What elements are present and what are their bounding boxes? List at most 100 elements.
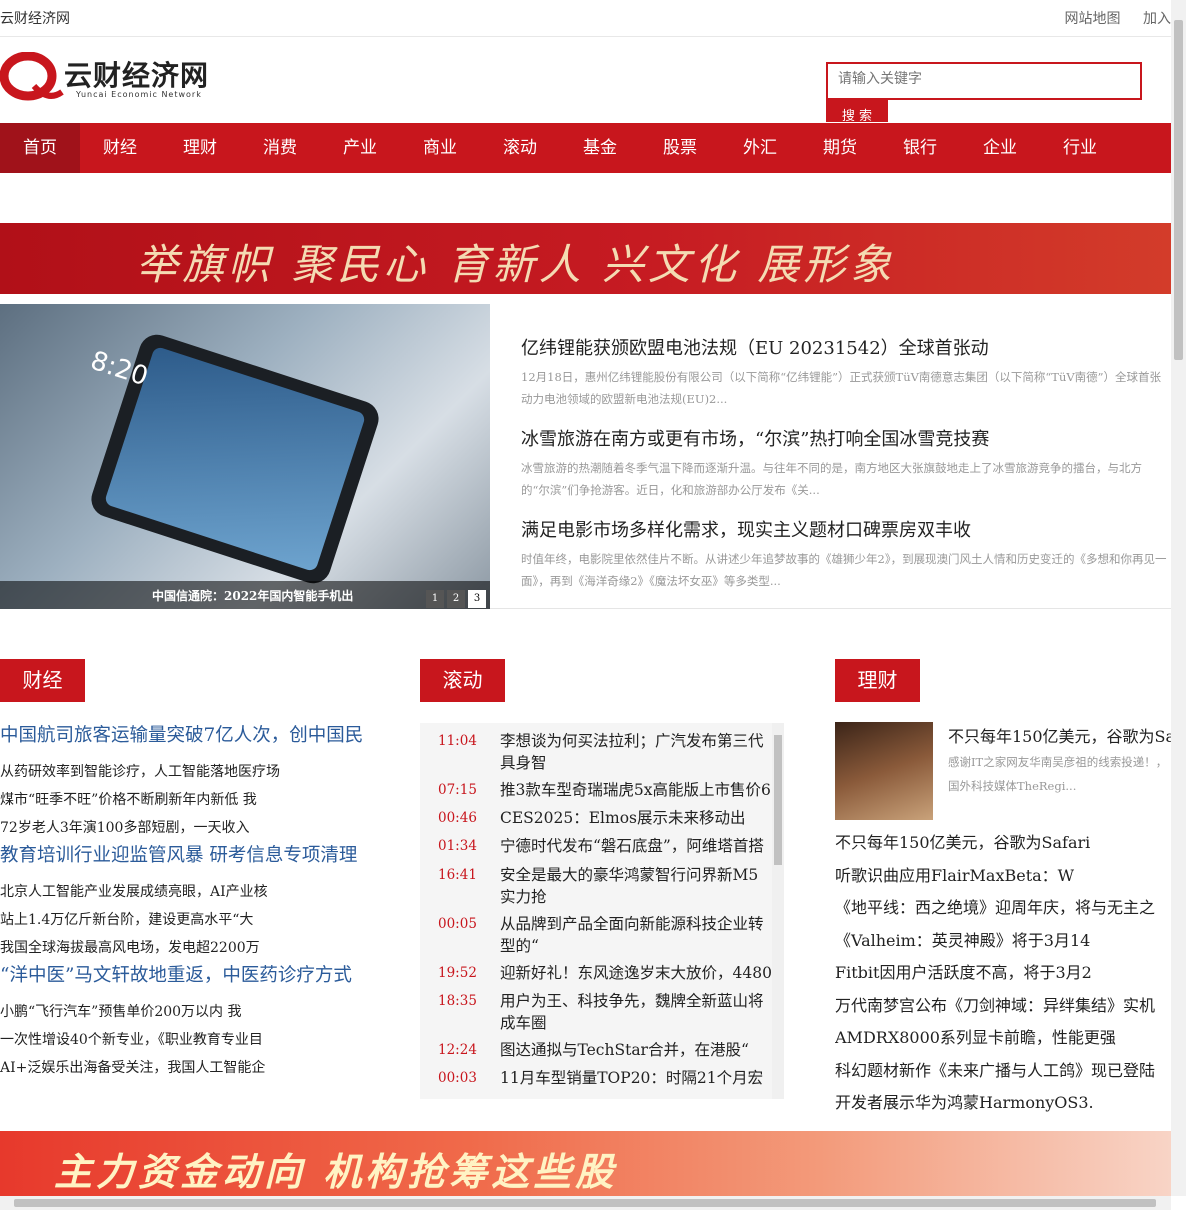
headline-item: 冰雪旅游在南方或更有市场，“尔滨”热打响全国冰雪竞技赛冰雪旅游的热潮随着冬季气温… — [521, 425, 1169, 501]
caijing-item[interactable]: 站上1.4万亿斤新台阶，建设更高水平“大 — [0, 906, 400, 934]
site-logo[interactable]: 云财经济网 Yuncai Economic Network — [0, 52, 220, 108]
rolling-title[interactable]: 推3款车型奇瑞瑞虎5x高能版上市售价6 — [500, 779, 772, 801]
horizontal-scrollbar[interactable] — [0, 1196, 1171, 1210]
main-nav: 首页 财经 理财 消费 产业 商业 滚动 基金 股票 外汇 期货 银行 企业 行业 — [0, 123, 1171, 173]
rolling-time: 18:35 — [438, 993, 477, 1009]
slider-caption[interactable]: 中国信通院：2022年国内智能手机出 — [152, 587, 353, 604]
caijing-item[interactable]: AI+泛娱乐出海备受关注，我国人工智能企 — [0, 1054, 400, 1082]
logo-wordmark: 云财经济网 — [64, 59, 210, 92]
top-bar: 云财经济网 网站地图 加入 — [0, 0, 1171, 37]
licai-item[interactable]: 听歌识曲应用FlairMaxBeta：W — [835, 862, 1171, 886]
caijing-item[interactable]: 小鹏“飞行汽车”预售单价200万以内 我 — [0, 998, 400, 1026]
caijing-item[interactable]: 我国全球海拔最高风电场，发电超2200万 — [0, 934, 400, 962]
licai-item[interactable]: 科幻题材新作《未来广播与人工鸽》现已登陆 — [835, 1057, 1171, 1081]
licai-item[interactable]: 《地平线：西之绝境》迎周年庆，将与无主之 — [835, 894, 1171, 918]
headline-desc: 冰雪旅游的热潮随着冬季气温下降而逐渐升温。与往年不同的是，南方地区大张旗鼓地走上… — [521, 461, 1142, 497]
headline-desc: 时值年终，电影院里依然佳片不断。从讲述少年追梦故事的《雄狮少年2》，到展现澳门风… — [521, 552, 1167, 588]
licai-item[interactable]: 开发者展示华为鸿蒙HarmonyOS3. — [835, 1089, 1171, 1112]
rolling-title[interactable]: 安全是最大的豪华鸿蒙智行问界新M5实力抢 — [500, 864, 772, 908]
slider-caption-bar: 中国信通院：2022年国内智能手机出 123 — [0, 581, 490, 609]
rolling-time: 19:52 — [438, 965, 477, 981]
feature-title[interactable]: 不只每年150亿美元，谷歌为Safari — [948, 723, 1171, 747]
rolling-title[interactable]: 用户为王、科技争先，魏牌全新蓝山将成车圈 — [500, 990, 772, 1034]
section-tab-gundong[interactable]: 滚动 — [420, 659, 505, 702]
slogan-banner[interactable]: 举旗帜 聚民心 育新人 兴文化 展形象 — [0, 223, 1171, 294]
rolling-scrollbar[interactable] — [772, 723, 784, 1099]
nav-item[interactable]: 行业 — [1040, 123, 1120, 173]
search-button[interactable]: 搜 索 — [826, 98, 888, 122]
search-box — [826, 62, 1142, 100]
headline-title[interactable]: 满足电影市场多样化需求，现实主义题材口碑票房双丰收 — [521, 516, 1169, 542]
logo-english: Yuncai Economic Network — [76, 90, 202, 99]
rolling-title[interactable]: 迎新好礼！东风途逸岁末大放价，4480 — [500, 962, 772, 984]
licai-item[interactable]: AMDRX8000系列显卡前瞻，性能更强 — [835, 1024, 1171, 1048]
nav-item[interactable]: 企业 — [960, 123, 1040, 173]
licai-news-list: 不只每年150亿美元，谷歌为Safari 感谢IT之家网友华南吴彦祖的线索投递！… — [835, 722, 1171, 1112]
slider-pagination: 123 — [426, 586, 489, 608]
nav-item[interactable]: 理财 — [160, 123, 240, 173]
nav-item[interactable]: 滚动 — [480, 123, 560, 173]
slider-dot[interactable]: 3 — [468, 590, 486, 608]
rolling-title[interactable]: 图达通拟与TechStar合并，在港股“ — [500, 1039, 772, 1061]
ad-banner-text: 主力资金动向 机构抢筹这些股 — [54, 1150, 618, 1194]
sitemap-link[interactable]: 网站地图 — [1065, 11, 1121, 27]
nav-item[interactable]: 银行 — [880, 123, 960, 173]
logo-icon — [0, 52, 64, 101]
licai-item[interactable]: Fitbit因用户活跃度不高，将于3月2 — [835, 959, 1171, 983]
caijing-item[interactable]: 北京人工智能产业发展成绩亮眼，AI产业核 — [0, 878, 400, 906]
caijing-item[interactable]: 从药研效率到智能诊疗，人工智能落地医疗场 — [0, 758, 400, 786]
caijing-headline[interactable]: 教育培训行业迎监管风暴 研考信息专项清理 — [0, 842, 400, 870]
nav-item[interactable]: 商业 — [400, 123, 480, 173]
rolling-title[interactable]: CES2025：Elmos展示未来移动出 — [500, 807, 772, 829]
caijing-news-list: 中国航司旅客运输量突破7亿人次，创中国民 从药研效率到智能诊疗，人工智能落地医疗场… — [0, 722, 400, 1082]
nav-item[interactable]: 外汇 — [720, 123, 800, 173]
banner-slogan: 举旗帜 聚民心 育新人 兴文化 展形象 — [136, 240, 896, 289]
feature-thumbnail[interactable] — [835, 722, 933, 820]
slider-dot[interactable]: 1 — [426, 590, 444, 608]
headline-desc: 12月18日，惠州亿纬锂能股份有限公司（以下简称“亿纬锂能”）正式获颁TüV南德… — [521, 370, 1162, 406]
section-tab-licai[interactable]: 理财 — [835, 659, 920, 702]
licai-item[interactable]: 万代南梦宫公布《刀剑神域：异绊集结》实机 — [835, 992, 1171, 1016]
rolling-news-list: 11:04 李想谈为何买法拉利；广汽发布第三代具身智 07:15 推3款车型奇瑞瑞虎5… — [420, 723, 784, 1099]
rolling-title[interactable]: 李想谈为何买法拉利；广汽发布第三代具身智 — [500, 730, 772, 774]
caijing-item[interactable]: 煤市“旺季不旺”价格不断刷新年内新低 我 — [0, 786, 400, 814]
image-slider[interactable]: 8:20 中国信通院：2022年国内智能手机出 123 — [0, 304, 490, 609]
caijing-item[interactable]: 一次性增设40个新专业，《职业教育专业目 — [0, 1026, 400, 1054]
site-name[interactable]: 云财经济网 — [0, 8, 70, 28]
section-tab-caijing[interactable]: 财经 — [0, 659, 85, 702]
headline-title[interactable]: 冰雪旅游在南方或更有市场，“尔滨”热打响全国冰雪竞技赛 — [521, 425, 1169, 451]
licai-item[interactable]: 《Valheim：英灵神殿》将于3月14 — [835, 927, 1171, 951]
rolling-time: 12:24 — [438, 1042, 477, 1058]
feature-desc: 感谢IT之家网友华南吴彦祖的线索投递！，国外科技媒体TheRegi... — [948, 755, 1168, 793]
slider-dot[interactable]: 2 — [447, 590, 465, 608]
rolling-title[interactable]: 11月车型销量TOP20：时隔21个月宏 — [500, 1067, 772, 1089]
ad-banner[interactable]: 主力资金动向 机构抢筹这些股 — [0, 1131, 1171, 1196]
rolling-time: 01:34 — [438, 838, 477, 854]
licai-item[interactable]: 不只每年150亿美元，谷歌为Safari — [835, 829, 1171, 853]
nav-item[interactable]: 基金 — [560, 123, 640, 173]
caijing-item[interactable]: 72岁老人3年演100多部短剧，一天收入 — [0, 814, 400, 842]
nav-item[interactable]: 产业 — [320, 123, 400, 173]
headline-item: 满足电影市场多样化需求，现实主义题材口碑票房双丰收时值年终，电影院里依然佳片不断… — [521, 516, 1169, 592]
nav-item[interactable]: 首页 — [0, 123, 80, 173]
rolling-time: 00:03 — [438, 1070, 477, 1086]
search-input[interactable] — [828, 64, 1138, 94]
nav-item[interactable]: 股票 — [640, 123, 720, 173]
caijing-headline[interactable]: 中国航司旅客运输量突破7亿人次，创中国民 — [0, 722, 400, 750]
headline-title[interactable]: 亿纬锂能获颁欧盟电池法规（EU 20231542）全球首张动 — [521, 334, 1169, 360]
join-link[interactable]: 加入 — [1143, 11, 1171, 27]
nav-item[interactable]: 财经 — [80, 123, 160, 173]
nav-item[interactable]: 消费 — [240, 123, 320, 173]
headline-item: 亿纬锂能获颁欧盟电池法规（EU 20231542）全球首张动 12月18日，惠州亿… — [521, 334, 1169, 410]
rolling-title[interactable]: 宁德时代发布“磐石底盘”，阿维塔首搭 — [500, 835, 772, 857]
top-links: 网站地图 加入 — [1047, 8, 1171, 28]
caijing-headline[interactable]: “洋中医”马文轩故地重返，中医药诊疗方式 — [0, 962, 400, 990]
vertical-scrollbar[interactable] — [1171, 0, 1186, 1196]
rolling-title[interactable]: 从品牌到产品全面向新能源科技企业转型的“ — [500, 913, 772, 957]
rolling-time: 11:04 — [438, 733, 477, 749]
rolling-time: 16:41 — [438, 867, 477, 883]
headline-list: 亿纬锂能获颁欧盟电池法规（EU 20231542）全球首张动 12月18日，惠州亿… — [490, 304, 1171, 609]
rolling-time: 00:05 — [438, 916, 477, 932]
nav-item[interactable]: 期货 — [800, 123, 880, 173]
rolling-time: 00:46 — [438, 810, 477, 826]
